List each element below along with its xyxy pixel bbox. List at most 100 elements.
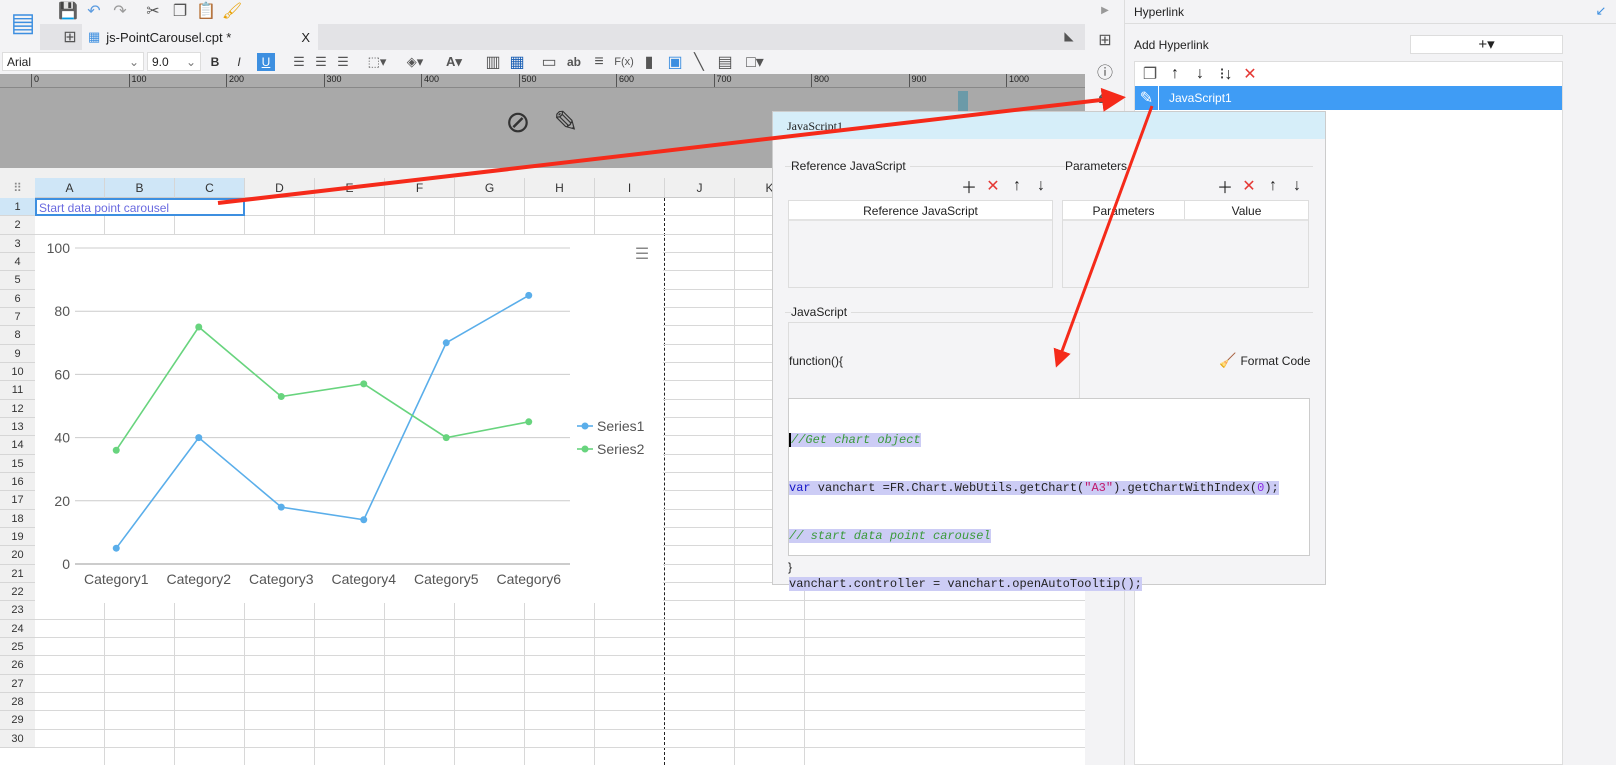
row-header-9[interactable]: 9	[0, 344, 35, 363]
move-down-icon[interactable]: ↓	[1190, 64, 1210, 84]
align-left-icon[interactable]: ☰	[290, 53, 308, 71]
row-header-4[interactable]: 4	[0, 252, 35, 272]
tab-close-button[interactable]: X	[301, 30, 310, 45]
row-header-24[interactable]: 24	[0, 619, 35, 638]
image-icon[interactable]: ▣	[666, 53, 684, 71]
hyperlink-item[interactable]: ✎ JavaScript1	[1135, 86, 1562, 110]
line-chart[interactable]: 0 20 40 60 80 100 Category1 Category2 Category3 C…	[35, 235, 663, 603]
sub-report-icon[interactable]: ▤	[716, 53, 734, 71]
row-header-11[interactable]: 11	[0, 381, 35, 400]
row-header-26[interactable]: 26	[0, 656, 35, 675]
copy-icon[interactable]: ❐	[170, 1, 190, 21]
column-header-A[interactable]: A	[35, 178, 105, 198]
row-header-8[interactable]: 8	[0, 326, 35, 345]
underline-button[interactable]: U	[257, 53, 275, 71]
merge-cells-icon[interactable]: ▥	[484, 53, 502, 71]
code-editor[interactable]: //Get chart object var vanchart =FR.Char…	[788, 398, 1310, 591]
row-header-6[interactable]: 6	[0, 289, 35, 308]
new-template-icon[interactable]: ⊞	[60, 27, 80, 47]
reference-js-table[interactable]: Reference JavaScript	[788, 200, 1053, 288]
row-header-7[interactable]: 7	[0, 307, 35, 327]
edit-icon[interactable]: ✎	[1135, 86, 1159, 110]
hidden-eye-icon[interactable]: ⊘	[500, 104, 536, 140]
table-icon[interactable]: ▦	[508, 53, 526, 71]
param-down-icon[interactable]: ↓	[1287, 176, 1307, 196]
text-field-icon[interactable]: ▭	[540, 53, 558, 71]
delete-icon[interactable]: ✕	[1240, 64, 1260, 84]
ref-delete-icon[interactable]: ✕	[983, 176, 1003, 196]
row-header-29[interactable]: 29	[0, 711, 35, 730]
row-header-20[interactable]: 20	[0, 546, 35, 565]
font-size-select[interactable]: 9.0 ⌄	[147, 52, 201, 71]
ref-down-icon[interactable]: ↓	[1031, 176, 1051, 196]
column-header-B[interactable]: B	[105, 178, 175, 198]
row-header-30[interactable]: 30	[0, 729, 35, 748]
row-header-25[interactable]: 25	[0, 637, 35, 657]
chart-menu-icon[interactable]: ☰	[632, 244, 652, 264]
row-header-5[interactable]: 5	[0, 271, 35, 290]
column-header-F[interactable]: F	[385, 178, 455, 198]
font-color-icon[interactable]: A▾	[440, 53, 468, 71]
column-header-D[interactable]: D	[245, 178, 315, 198]
sort-icon[interactable]: ⁝↓	[1215, 64, 1237, 84]
font-select[interactable]: Arial ⌄	[2, 52, 144, 71]
column-header-H[interactable]: H	[525, 178, 595, 198]
cell-info-icon[interactable]: ⓘ	[1095, 61, 1115, 82]
collapse-arrow-icon[interactable]: ↙	[1593, 3, 1609, 19]
tab-template[interactable]: ▦ js-PointCarousel.cpt * X	[82, 24, 318, 50]
cell-attributes-icon[interactable]: ⊞	[1095, 30, 1115, 50]
row-header-17[interactable]: 17	[0, 491, 35, 510]
row-header-10[interactable]: 10	[0, 362, 35, 382]
column-header-C[interactable]: C	[175, 178, 245, 198]
collapse-icon[interactable]: ◣	[1060, 27, 1078, 45]
column-header-G[interactable]: G	[455, 178, 525, 198]
row-header-23[interactable]: 23	[0, 601, 35, 620]
row-header-22[interactable]: 22	[0, 582, 35, 602]
redo-icon[interactable]: ↷	[110, 1, 130, 21]
ref-add-icon[interactable]: ＋	[959, 176, 979, 197]
align-right-icon[interactable]: ☰	[334, 53, 352, 71]
slash-icon[interactable]: ╲	[690, 53, 708, 71]
frame-icon[interactable]: □▾	[742, 53, 768, 71]
format-code-button[interactable]: 🧹 Format Code	[1219, 352, 1310, 369]
border-icon[interactable]: ⬚▾	[364, 53, 390, 71]
row-header-21[interactable]: 21	[0, 564, 35, 583]
undo-icon[interactable]: ↶	[84, 1, 104, 21]
paste-icon[interactable]: 📋	[196, 1, 216, 21]
italic-button[interactable]: I	[230, 53, 248, 71]
column-header-J[interactable]: J	[665, 178, 735, 198]
formula-icon[interactable]: F(x)	[614, 53, 634, 71]
param-add-icon[interactable]: ＋	[1215, 176, 1235, 197]
row-header-16[interactable]: 16	[0, 472, 35, 492]
row-header-27[interactable]: 27	[0, 674, 35, 693]
align-center-icon[interactable]: ☰	[312, 53, 330, 71]
save-icon[interactable]: 💾	[58, 1, 78, 21]
expand-icon[interactable]: ▶	[1095, 0, 1115, 20]
row-header-13[interactable]: 13	[0, 417, 35, 437]
bold-button[interactable]: B	[206, 53, 224, 71]
cut-icon[interactable]: ✂	[143, 1, 163, 21]
column-header-E[interactable]: E	[315, 178, 385, 198]
chart-icon[interactable]: ▮	[640, 53, 658, 71]
row-header-1[interactable]: 1	[0, 198, 35, 217]
add-hyperlink-button[interactable]: +▾	[1410, 35, 1563, 54]
move-up-icon[interactable]: ↑	[1165, 64, 1185, 84]
column-header-I[interactable]: I	[595, 178, 665, 198]
row-header-19[interactable]: 19	[0, 527, 35, 547]
ref-up-icon[interactable]: ↑	[1007, 176, 1027, 196]
edit-pencil-icon[interactable]: ✎	[548, 104, 584, 140]
parameters-table[interactable]: Parameters Value	[1062, 200, 1309, 288]
row-header-12[interactable]: 12	[0, 399, 35, 418]
row-header-28[interactable]: 28	[0, 692, 35, 712]
format-painter-icon[interactable]: 🖌	[222, 1, 242, 21]
row-header-14[interactable]: 14	[0, 436, 35, 455]
fill-color-icon[interactable]: ◈▾	[402, 53, 428, 71]
copy-icon[interactable]: ❐	[1140, 64, 1160, 84]
hyperlink-icon[interactable]: ⇆	[1095, 90, 1115, 110]
rich-text-icon[interactable]: ≡	[590, 53, 608, 71]
cell-a1[interactable]: Start data point carousel	[35, 198, 245, 217]
param-up-icon[interactable]: ↑	[1263, 176, 1283, 196]
param-delete-icon[interactable]: ✕	[1239, 176, 1259, 196]
template-preview-icon[interactable]: ▤	[8, 2, 38, 42]
row-header-3[interactable]: 3	[0, 234, 35, 253]
